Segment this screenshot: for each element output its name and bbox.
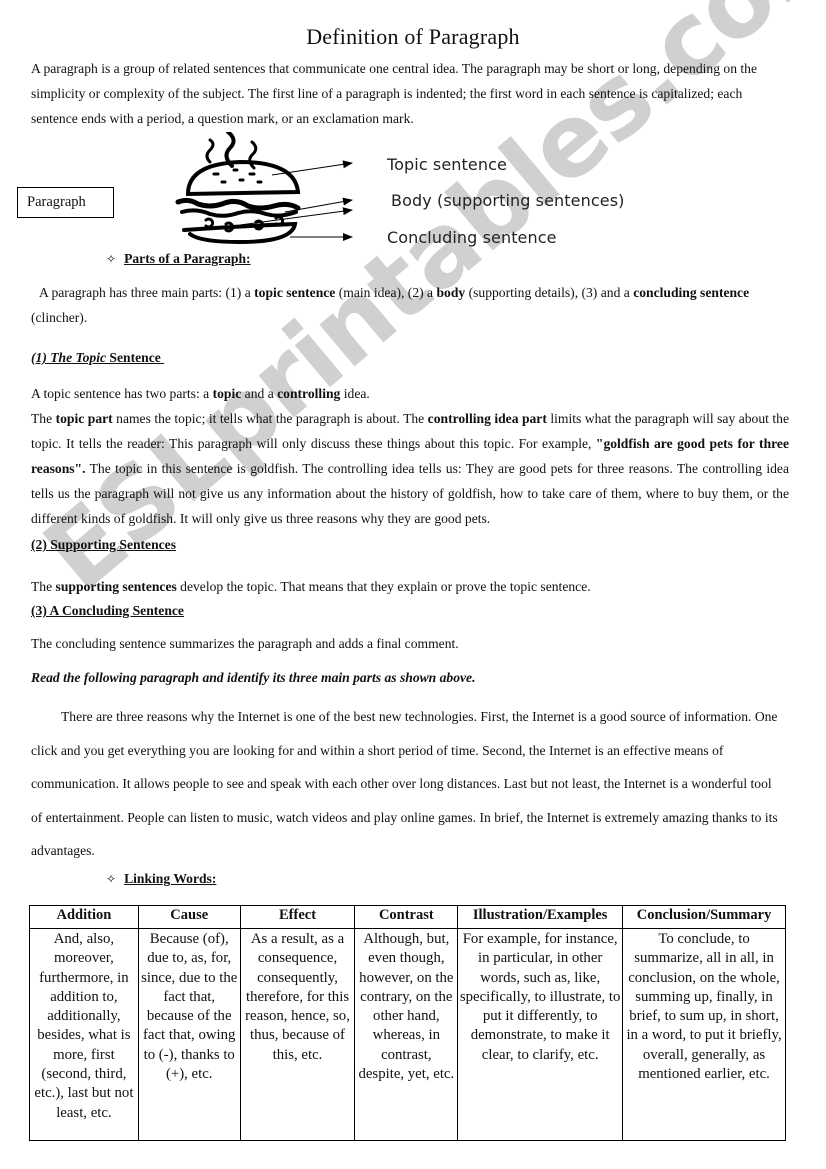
cell-addition: And, also, moreover, furthermore, in add… bbox=[29, 928, 139, 1141]
topic-section-heading: (1) The Topic Sentence bbox=[31, 350, 161, 365]
col-header-cause: Cause bbox=[137, 905, 241, 929]
arrow-topic bbox=[271, 160, 353, 176]
linking-heading: ✧ Linking Words: bbox=[106, 871, 216, 887]
bullet-icon: ✧ bbox=[106, 872, 117, 886]
col-header-illustration: Illustration/Examples bbox=[457, 905, 624, 929]
cell-effect: As a result, as a consequence, consequen… bbox=[239, 928, 356, 1141]
supporting-text: The supporting sentences develop the top… bbox=[31, 579, 591, 594]
cell-conclusion: To conclude, to summarize, all in all, i… bbox=[622, 928, 786, 1141]
arrow-body-2 bbox=[239, 207, 353, 226]
parts-heading-text: Parts of a Paragraph: bbox=[124, 251, 251, 266]
table-header-row: Addition Cause Effect Contrast Illustrat… bbox=[29, 905, 786, 929]
concluding-section-heading: (3) A Concluding Sentence bbox=[31, 603, 184, 618]
cell-illustration: For example, for instance, in particular… bbox=[457, 928, 624, 1141]
col-header-conclusion: Conclusion/Summary bbox=[622, 905, 786, 929]
linking-heading-text: Linking Words: bbox=[124, 871, 217, 886]
bullet-icon: ✧ bbox=[106, 252, 117, 266]
parts-summary: A paragraph has three main parts: (1) a … bbox=[31, 285, 750, 325]
topic-explanation: The topic part names the topic; it tells… bbox=[31, 411, 789, 526]
diagram-arrows bbox=[239, 160, 353, 241]
cell-contrast: Although, but, even though, however, on … bbox=[354, 928, 459, 1141]
col-header-addition: Addition bbox=[29, 905, 139, 929]
label-body: Body (supporting sentences) bbox=[391, 191, 625, 210]
arrow-body-1 bbox=[284, 197, 353, 213]
cell-cause: Because (of), due to, as, for, since, du… bbox=[137, 928, 241, 1141]
exercise-instruction: Read the following paragraph and identif… bbox=[31, 670, 476, 685]
col-header-effect: Effect bbox=[239, 905, 356, 929]
col-header-contrast: Contrast bbox=[354, 905, 459, 929]
label-topic-sentence: Topic sentence bbox=[387, 155, 507, 174]
linking-words-table: Addition Cause Effect Contrast Illustrat… bbox=[29, 905, 786, 1141]
label-concluding-sentence: Concluding sentence bbox=[387, 228, 557, 247]
table-row: And, also, moreover, furthermore, in add… bbox=[29, 928, 786, 1141]
parts-heading: ✧ Parts of a Paragraph: bbox=[106, 251, 251, 267]
exercise-paragraph: There are three reasons why the Internet… bbox=[31, 709, 778, 858]
topic-line-1: A topic sentence has two parts: a topic … bbox=[31, 386, 370, 401]
concluding-text: The concluding sentence summarizes the p… bbox=[31, 636, 459, 651]
supporting-section-heading: (2) Supporting Sentences bbox=[31, 537, 177, 552]
